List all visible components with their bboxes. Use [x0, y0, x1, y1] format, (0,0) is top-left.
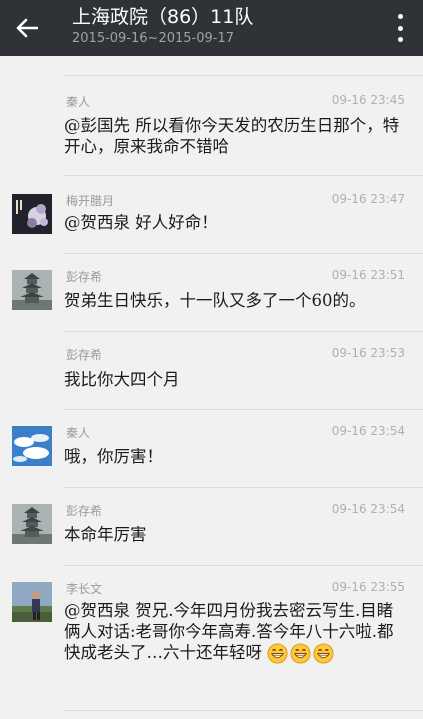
- chat-title: 上海政院（86）11队: [72, 6, 254, 28]
- message-text: @贺西泉 好人好命！: [64, 213, 218, 232]
- sender-name: 秦人: [66, 426, 91, 440]
- divider: [64, 253, 423, 254]
- grin-emoji-icon: [313, 643, 334, 664]
- message-time: 09-16 23:55: [331, 580, 405, 594]
- date-range: 2015-09-16~2015-09-17: [72, 31, 234, 46]
- divider: [64, 565, 423, 566]
- message-time: 09-16 23:47: [331, 192, 405, 206]
- avatar[interactable]: [12, 270, 52, 310]
- sender-name: 彭存希: [66, 504, 103, 518]
- divider: [64, 409, 423, 410]
- message-text: @贺西泉 贺兄.今年四月份我去密云写生.目睹俩人对话:老哥你今年高寿.答今年八十…: [64, 600, 402, 664]
- divider: [64, 331, 423, 332]
- message-text: 哦，你厉害！: [64, 447, 163, 466]
- pagoda-avatar-icon: [12, 504, 52, 544]
- more-vert-icon: [397, 14, 403, 19]
- sky-avatar-icon: [12, 426, 52, 466]
- message-time: 09-16 23:45: [331, 93, 405, 107]
- divider: [64, 710, 423, 711]
- sender-name: 秦人: [66, 95, 91, 109]
- avatar[interactable]: [12, 582, 52, 622]
- back-arrow-icon: [16, 18, 38, 38]
- sender-name: 李长文: [66, 582, 103, 596]
- message-time: 09-16 23:53: [331, 346, 405, 360]
- message-time: 09-16 23:51: [331, 268, 405, 282]
- message-list[interactable]: 秦人 09-16 23:45 @彭国先 所以看你今天发的农历生日那个，特开心，原…: [0, 56, 423, 719]
- divider: [64, 75, 423, 76]
- back-button[interactable]: [10, 12, 44, 44]
- message-text: 本命年厉害: [64, 525, 147, 544]
- flower-avatar-icon: [12, 194, 52, 234]
- divider: [64, 487, 423, 488]
- message-time: 09-16 23:54: [331, 502, 405, 516]
- message-text-body: @贺西泉 贺兄.今年四月份我去密云写生.目睹俩人对话:老哥你今年高寿.答今年八十…: [64, 601, 394, 662]
- sender-name: 梅开腊月: [66, 194, 115, 208]
- emoji-group: [267, 643, 334, 664]
- sender-name: 彭存希: [66, 270, 103, 284]
- grin-emoji-icon: [290, 643, 311, 664]
- avatar[interactable]: [12, 194, 52, 234]
- more-options-button[interactable]: [395, 14, 405, 42]
- divider: [64, 175, 423, 176]
- avatar[interactable]: [12, 504, 52, 544]
- pagoda-avatar-icon: [12, 270, 52, 310]
- grin-emoji-icon: [267, 643, 288, 664]
- message-text: @彭国先 所以看你今天发的农历生日那个，特开心，原来我命不错哈: [64, 116, 400, 156]
- person-avatar-icon: [12, 582, 52, 622]
- message-text: 我比你大四个月: [64, 370, 180, 389]
- top-bar: 上海政院（86）11队 2015-09-16~2015-09-17: [0, 0, 423, 56]
- message-text: 贺弟生日快乐，十一队又多了一个60的。: [64, 291, 366, 310]
- message-time: 09-16 23:54: [331, 424, 405, 438]
- avatar[interactable]: [12, 426, 52, 466]
- sender-name: 彭存希: [66, 348, 103, 362]
